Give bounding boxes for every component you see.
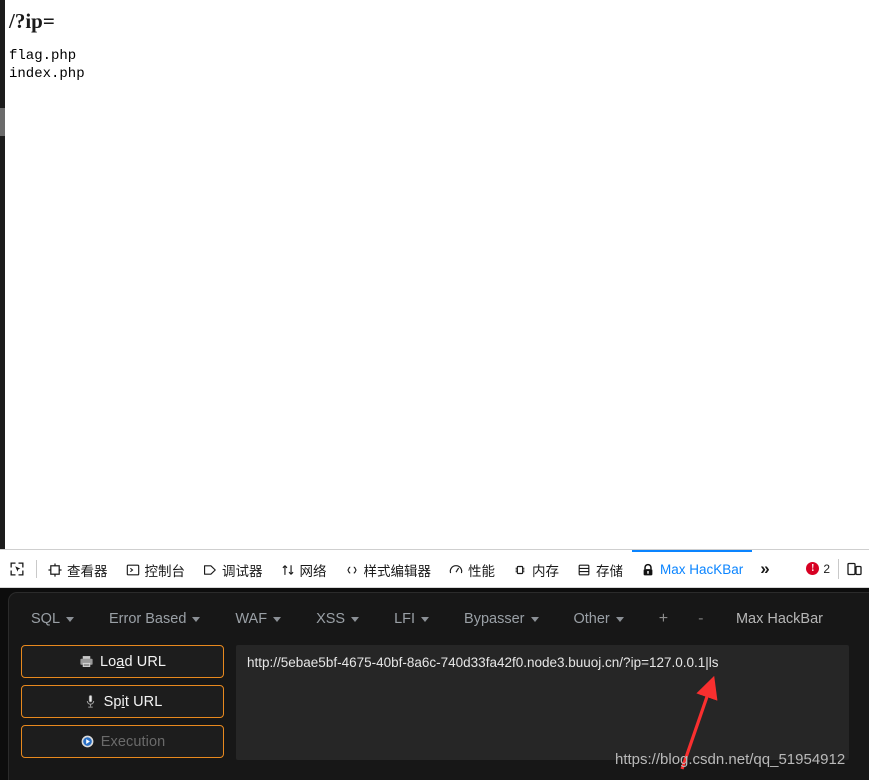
memory-icon — [513, 563, 527, 577]
chevron-down-icon — [351, 616, 360, 622]
chevron-down-icon — [530, 616, 539, 622]
page-scrollbar-thumb[interactable] — [0, 108, 5, 136]
hackbar-brand-label: Max HackBar — [735, 611, 823, 627]
tab-label: 查看器 — [67, 563, 108, 579]
csdn-watermark: https://blog.csdn.net/qq_51954912 — [615, 751, 846, 768]
url-input[interactable] — [236, 645, 849, 760]
execution-label: Execution — [100, 733, 166, 750]
tab-label: 内存 — [532, 563, 559, 579]
tab-console[interactable]: 控制台 — [117, 550, 195, 587]
tab-storage[interactable]: 存储 — [568, 550, 632, 587]
toolbar-divider — [36, 559, 37, 578]
style-editor-icon — [345, 563, 359, 577]
hackbar-menu-lfi[interactable]: LFI — [394, 611, 430, 627]
browser-content-viewport: /?ip= flag.php index.php — [0, 0, 869, 549]
inspector-icon — [48, 562, 62, 577]
tab-debugger[interactable]: 调试器 — [194, 550, 272, 587]
execution-button[interactable]: Execution — [21, 725, 224, 758]
element-picker-glyph — [9, 561, 25, 577]
menu-label: Error Based — [109, 611, 187, 627]
performance-icon — [449, 563, 463, 577]
tab-label: 网络 — [299, 563, 327, 579]
tab-network[interactable]: 网络 — [272, 550, 336, 587]
add-tab-button[interactable]: + — [659, 610, 668, 628]
load-url-label: Load URL — [99, 653, 167, 670]
devtools-toolbar: 查看器 控制台 调试器 网络 样式编辑器 性能 内存 存储 Max HacKBa… — [0, 549, 869, 588]
hackbar-action-buttons: Load URL Spit URL Execution — [21, 645, 224, 765]
load-url-icon — [79, 654, 94, 669]
error-counter[interactable]: ! 2 — [798, 550, 838, 587]
chevron-down-icon — [273, 616, 282, 622]
hackbar-menu-waf[interactable]: WAF — [235, 611, 282, 627]
hackbar-menu-other[interactable]: Other — [574, 611, 624, 627]
hackbar-menu-bypasser[interactable]: Bypasser — [464, 611, 539, 627]
menu-label: LFI — [394, 611, 416, 627]
hackbar-menu-sql[interactable]: SQL — [31, 611, 75, 627]
tab-label: 存储 — [596, 563, 623, 579]
tab-label: Max HacKBar — [660, 562, 744, 577]
tab-label: 控制台 — [144, 563, 186, 579]
page-title: /?ip= — [9, 9, 55, 33]
error-count-label: 2 — [823, 561, 830, 576]
responsive-design-glyph — [846, 561, 862, 577]
debugger-icon — [203, 563, 217, 577]
menu-label: WAF — [235, 611, 268, 627]
tab-label: 样式编辑器 — [363, 563, 432, 579]
screenshot-root: /?ip= flag.php index.php 查看器 控制台 调试器 网络 … — [0, 0, 869, 780]
tab-label: 性能 — [468, 563, 495, 579]
chevron-down-icon — [615, 616, 624, 622]
tab-max-hackbar[interactable]: Max HacKBar — [632, 550, 753, 587]
tab-style-editor[interactable]: 样式编辑器 — [336, 550, 441, 587]
lock-icon — [641, 563, 655, 577]
menu-label: Bypasser — [464, 611, 525, 627]
execution-icon — [80, 734, 95, 749]
network-icon — [281, 563, 295, 577]
console-icon — [126, 563, 140, 577]
error-badge-icon: ! — [806, 562, 820, 575]
storage-icon — [577, 563, 591, 577]
hackbar-url-area — [236, 645, 869, 765]
tab-performance[interactable]: 性能 — [440, 550, 504, 587]
chevron-down-icon — [421, 616, 430, 622]
hackbar-menu-bar: SQL Error Based WAF XSS LFI Bypasser Oth… — [9, 593, 869, 645]
chevron-down-icon — [66, 616, 75, 622]
chevron-down-icon — [192, 616, 201, 622]
element-picker-icon[interactable] — [0, 550, 34, 587]
hackbar-menu-xss[interactable]: XSS — [316, 611, 360, 627]
remove-tab-button[interactable]: - — [698, 610, 703, 628]
hackbar-menu-error-based[interactable]: Error Based — [109, 611, 201, 627]
page-scrollbar[interactable] — [0, 0, 5, 549]
tab-label: 调试器 — [222, 563, 263, 579]
load-url-button[interactable]: Load URL — [21, 645, 224, 678]
spit-url-button[interactable]: Spit URL — [21, 685, 224, 718]
responsive-design-mode-icon[interactable] — [839, 550, 869, 587]
spit-url-icon — [83, 694, 98, 709]
hackbar-body: Load URL Spit URL Execution http://5ebae… — [9, 645, 869, 765]
tab-inspector[interactable]: 查看器 — [39, 550, 117, 587]
devtools-tab-list: 查看器 控制台 调试器 网络 样式编辑器 性能 内存 存储 Max HacKBa… — [39, 550, 753, 587]
menu-label: Other — [573, 611, 610, 627]
spit-url-label: Spit URL — [103, 693, 163, 710]
overflow-chevron-icon[interactable]: » — [752, 550, 777, 587]
menu-label: XSS — [316, 611, 346, 627]
tab-memory[interactable]: 内存 — [504, 550, 568, 587]
menu-label: SQL — [31, 611, 61, 627]
directory-listing-output: flag.php index.php — [9, 48, 85, 82]
